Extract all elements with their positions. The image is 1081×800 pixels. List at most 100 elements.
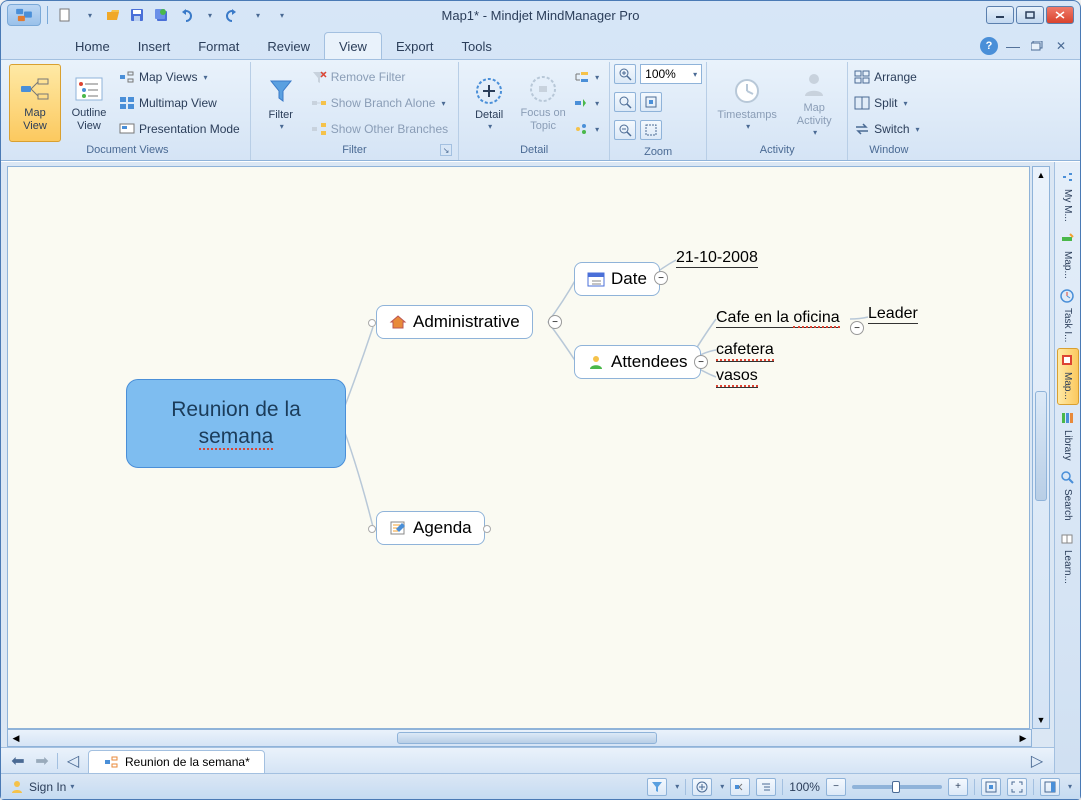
scroll-right-icon[interactable]: ▶ (1015, 731, 1031, 745)
detail-opt2[interactable]: ▾ (571, 91, 605, 115)
qat-save-icon[interactable] (126, 4, 148, 26)
show-branch-alone-button[interactable]: Show Branch Alone▾ (309, 91, 454, 115)
doc-restore-icon[interactable] (1028, 37, 1046, 55)
presentation-mode-button[interactable]: Presentation Mode (117, 117, 246, 141)
ribbon-minimize-icon[interactable]: — (1004, 37, 1022, 55)
side-tab-taskinfo[interactable]: Task I... (1057, 285, 1079, 346)
person-icon (587, 354, 605, 370)
map-activity-button[interactable]: Map Activity▾ (785, 64, 843, 142)
qat-undo-dd[interactable]: ▾ (198, 4, 220, 26)
topic-agenda[interactable]: Agenda (376, 511, 485, 545)
filter-button[interactable]: Filter▾ (255, 64, 307, 142)
collapse-cafe[interactable]: − (850, 321, 864, 335)
detail-opt3[interactable]: ▾ (571, 117, 605, 141)
zoom-100-button[interactable] (614, 92, 636, 112)
tab-home[interactable]: Home (61, 33, 124, 59)
zoom-selection-button[interactable] (640, 120, 662, 140)
side-tab-mymaps[interactable]: My M... (1057, 166, 1079, 226)
map-view-button[interactable]: Map View (9, 64, 61, 142)
zoom-combo[interactable]: 100%▾ (640, 64, 702, 84)
close-button[interactable] (1046, 6, 1074, 24)
side-tab-library[interactable]: Library (1057, 407, 1079, 465)
qat-redo-dd[interactable]: ▾ (246, 4, 268, 26)
qat-redo-icon[interactable] (222, 4, 244, 26)
signin-link[interactable]: Sign In (29, 780, 66, 794)
zoom-in-button[interactable] (614, 64, 636, 84)
remove-filter-button[interactable]: Remove Filter (309, 65, 454, 89)
sb-zoom-in[interactable]: + (948, 778, 968, 796)
sb-outlineview-icon[interactable] (756, 778, 776, 796)
topic-date-value[interactable]: 21-10-2008 (676, 249, 758, 268)
minimize-button[interactable] (986, 6, 1014, 24)
qat-new-icon[interactable] (54, 4, 76, 26)
scroll-left-icon[interactable]: ◀ (8, 731, 24, 745)
tab-view[interactable]: View (324, 32, 382, 59)
tab-review[interactable]: Review (253, 33, 324, 59)
detail-button[interactable]: Detail▾ (463, 64, 515, 142)
vertical-scrollbar[interactable]: ▲ ▼ (1032, 166, 1050, 729)
nav-fwd[interactable]: ➡ (33, 752, 51, 770)
focus-on-topic-button[interactable]: Focus on Topic (517, 64, 569, 142)
side-tab-mapmarkers[interactable]: Map... (1057, 348, 1079, 405)
tab-tools[interactable]: Tools (448, 33, 506, 59)
sb-fullscreen-icon[interactable] (1007, 778, 1027, 796)
help-button[interactable]: ? (980, 37, 998, 55)
zoom-fit-button[interactable] (640, 92, 662, 112)
document-tab[interactable]: Reunion de la semana* (88, 750, 265, 774)
qat-customize[interactable]: ▾ (270, 4, 292, 26)
qat-open-icon[interactable] (102, 4, 124, 26)
outline-view-button[interactable]: Outline View (63, 64, 115, 142)
qat-dropdown-icon[interactable]: ▾ (78, 4, 100, 26)
side-tab-mapparts[interactable]: Map... (1057, 228, 1079, 283)
map-views-button[interactable]: Map Views▾ (117, 65, 246, 89)
tab-scroll-left[interactable]: ◁ (64, 752, 82, 770)
doc-close-icon[interactable]: ✕ (1052, 37, 1070, 55)
side-tab-search[interactable]: Search (1057, 466, 1079, 525)
tab-export[interactable]: Export (382, 33, 448, 59)
zoom-slider-knob[interactable] (892, 781, 900, 793)
notes-icon (389, 520, 407, 536)
nav-back[interactable]: ⬅ (9, 752, 27, 770)
sb-mapview-icon[interactable] (730, 778, 750, 796)
sb-zoom-out[interactable]: − (826, 778, 846, 796)
topic-attendees[interactable]: Attendees (574, 345, 701, 379)
sb-collapse-icon[interactable] (692, 778, 712, 796)
split-button[interactable]: Split▾ (852, 91, 925, 115)
collapse-date[interactable]: − (654, 271, 668, 285)
app-menu-button[interactable] (7, 4, 41, 26)
sb-fit-icon[interactable] (981, 778, 1001, 796)
scroll-up-icon[interactable]: ▲ (1034, 167, 1048, 183)
topic-administrative[interactable]: Administrative (376, 305, 533, 339)
multimap-view-button[interactable]: Multimap View (117, 91, 246, 115)
detail-opt1[interactable]: ▾ (571, 65, 605, 89)
qat-undo-icon[interactable] (174, 4, 196, 26)
zoom-slider[interactable] (852, 785, 942, 789)
sb-taskpane-icon[interactable] (1040, 778, 1060, 796)
tab-insert[interactable]: Insert (124, 33, 185, 59)
sb-filter-icon[interactable] (647, 778, 667, 796)
topic-cafe[interactable]: Cafe en la oficina (716, 309, 840, 328)
switch-button[interactable]: Switch▾ (852, 117, 925, 141)
zoom-out-button[interactable] (614, 120, 636, 140)
root-topic[interactable]: Reunion de laReunion de la semanasemana (126, 379, 346, 468)
vscroll-thumb[interactable] (1035, 391, 1047, 501)
filter-dialog-launcher[interactable]: ↘ (440, 144, 452, 156)
timestamps-button[interactable]: Timestamps▾ (711, 64, 783, 142)
tab-scroll-right[interactable]: ▷ (1028, 752, 1046, 770)
tab-format[interactable]: Format (184, 33, 253, 59)
scroll-down-icon[interactable]: ▼ (1034, 712, 1048, 728)
topic-cafetera[interactable]: cafetera (716, 341, 774, 362)
hscroll-thumb[interactable] (397, 732, 657, 744)
collapse-admin[interactable]: − (548, 315, 562, 329)
qat-saveall-icon[interactable] (150, 4, 172, 26)
horizontal-scrollbar[interactable]: ◀ ▶ (7, 729, 1032, 747)
topic-vasos[interactable]: vasos (716, 367, 758, 388)
topic-leader[interactable]: Leader (868, 305, 918, 324)
side-tab-learning[interactable]: Learn... (1057, 527, 1079, 588)
collapse-attendees[interactable]: − (694, 355, 708, 369)
arrange-button[interactable]: Arrange (852, 65, 925, 89)
map-canvas[interactable]: Reunion de laReunion de la semanasemana … (7, 166, 1030, 729)
show-other-branches-button[interactable]: Show Other Branches (309, 117, 454, 141)
maximize-button[interactable] (1016, 6, 1044, 24)
topic-date[interactable]: Date (574, 262, 660, 296)
